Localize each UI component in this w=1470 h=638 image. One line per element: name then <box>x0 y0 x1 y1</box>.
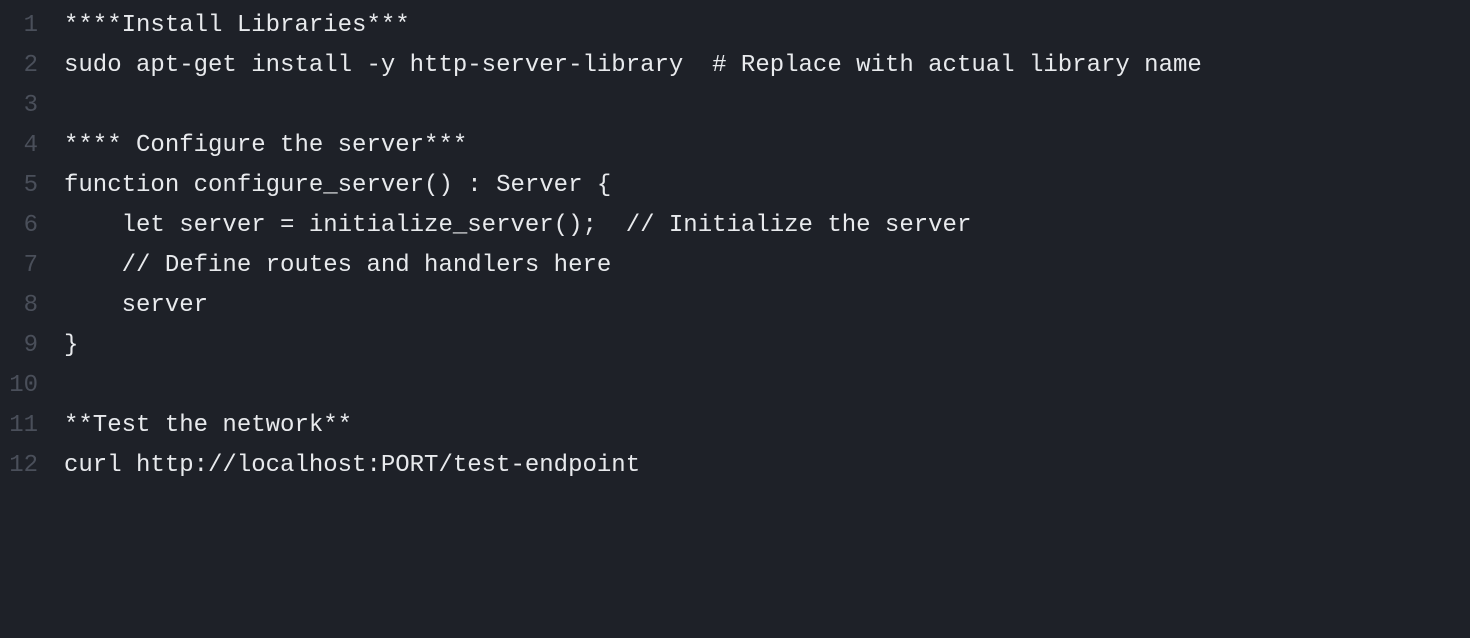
code-line[interactable]: } <box>64 326 1470 366</box>
code-line[interactable]: **Test the network** <box>64 406 1470 446</box>
code-line[interactable]: sudo apt-get install -y http-server-libr… <box>64 46 1470 86</box>
line-number: 12 <box>0 446 38 486</box>
line-number: 9 <box>0 326 38 366</box>
line-number-gutter: 1 2 3 4 5 6 7 8 9 10 11 12 <box>0 6 48 638</box>
code-line[interactable]: let server = initialize_server(); // Ini… <box>64 206 1470 246</box>
code-editor[interactable]: 1 2 3 4 5 6 7 8 9 10 11 12 ****Install L… <box>0 6 1470 638</box>
line-number: 3 <box>0 86 38 126</box>
line-number: 11 <box>0 406 38 446</box>
line-number: 4 <box>0 126 38 166</box>
line-number: 5 <box>0 166 38 206</box>
code-line[interactable]: server <box>64 286 1470 326</box>
code-line[interactable] <box>64 366 1470 406</box>
code-line[interactable]: curl http://localhost:PORT/test-endpoint <box>64 446 1470 486</box>
code-line[interactable] <box>64 86 1470 126</box>
line-number: 2 <box>0 46 38 86</box>
line-number: 7 <box>0 246 38 286</box>
line-number: 10 <box>0 366 38 406</box>
line-number: 8 <box>0 286 38 326</box>
code-line[interactable]: ****Install Libraries*** <box>64 6 1470 46</box>
line-number: 6 <box>0 206 38 246</box>
line-number: 1 <box>0 6 38 46</box>
code-line[interactable]: // Define routes and handlers here <box>64 246 1470 286</box>
code-line[interactable]: **** Configure the server*** <box>64 126 1470 166</box>
code-line[interactable]: function configure_server() : Server { <box>64 166 1470 206</box>
code-content[interactable]: ****Install Libraries*** sudo apt-get in… <box>48 6 1470 638</box>
